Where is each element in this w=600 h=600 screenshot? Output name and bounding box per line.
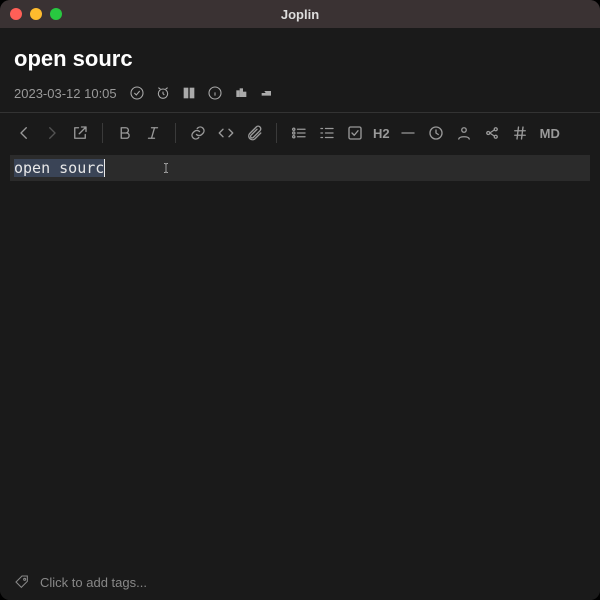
code-button[interactable] (216, 123, 236, 143)
plugin-button[interactable] (482, 123, 502, 143)
notebook-icon[interactable] (233, 85, 249, 101)
maximize-window-button[interactable] (50, 8, 62, 20)
heading-button[interactable]: H2 (373, 126, 390, 141)
share-icon[interactable] (259, 85, 275, 101)
external-link-button[interactable] (70, 123, 90, 143)
editor-area[interactable]: open sourc (0, 149, 600, 187)
window-title: Joplin (0, 7, 600, 22)
editor-pane: open sourc 2023-03-12 10:05 (0, 28, 600, 600)
note-meta-row: 2023-03-12 10:05 (0, 82, 600, 112)
info-icon[interactable] (207, 85, 223, 101)
link-button[interactable] (188, 123, 208, 143)
attach-button[interactable] (244, 123, 264, 143)
window-controls (10, 8, 62, 20)
alarm-icon[interactable] (155, 85, 171, 101)
hash-button[interactable] (510, 123, 530, 143)
ibeam-cursor-icon (160, 159, 172, 177)
checkbox-button[interactable] (345, 123, 365, 143)
back-button[interactable] (14, 123, 34, 143)
editor-line-1[interactable]: open sourc (10, 155, 590, 181)
time-button[interactable] (426, 123, 446, 143)
todo-check-icon[interactable] (129, 85, 145, 101)
user-button[interactable] (454, 123, 474, 143)
editor-toolbar: H2 MD (0, 117, 600, 149)
editor-text: open sourc (14, 159, 104, 177)
divider (0, 112, 600, 113)
tag-bar[interactable]: Click to add tags... (0, 564, 600, 600)
editor-body[interactable] (0, 187, 600, 564)
tag-placeholder: Click to add tags... (40, 575, 147, 590)
titlebar[interactable]: Joplin (0, 0, 600, 28)
tag-icon (14, 574, 30, 590)
minimize-window-button[interactable] (30, 8, 42, 20)
text-cursor (104, 159, 105, 177)
bold-button[interactable] (115, 123, 135, 143)
separator (276, 123, 277, 143)
note-timestamp[interactable]: 2023-03-12 10:05 (14, 86, 117, 101)
note-title[interactable]: open sourc (0, 28, 600, 82)
layout-toggle-icon[interactable] (181, 85, 197, 101)
separator (175, 123, 176, 143)
bullet-list-button[interactable] (289, 123, 309, 143)
meta-icons (129, 85, 275, 101)
numbered-list-button[interactable] (317, 123, 337, 143)
toggle-editor-button[interactable]: MD (540, 126, 560, 141)
forward-button[interactable] (42, 123, 62, 143)
separator (102, 123, 103, 143)
italic-button[interactable] (143, 123, 163, 143)
hr-button[interactable] (398, 123, 418, 143)
close-window-button[interactable] (10, 8, 22, 20)
app-window: Joplin open sourc 2023-03-12 10:05 (0, 0, 600, 600)
